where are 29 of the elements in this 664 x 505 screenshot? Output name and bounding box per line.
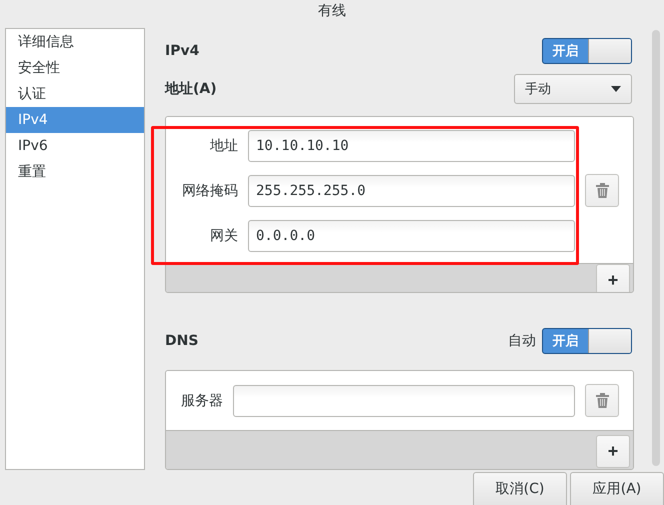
cancel-button[interactable]: 取消(C) (473, 472, 567, 505)
scrollbar[interactable] (652, 30, 660, 466)
auto-label: 自动 (508, 332, 536, 350)
field-label: 服务器 (180, 392, 224, 410)
apply-button[interactable]: 应用(A) (570, 472, 664, 505)
add-button[interactable]: + (596, 435, 630, 468)
delete-button[interactable] (585, 174, 619, 207)
field-label: 地址 (209, 137, 239, 155)
field-label: 网关 (209, 227, 239, 245)
sidebar-item[interactable]: 安全性 (6, 55, 144, 81)
field-heading: 地址(A) (165, 80, 217, 98)
input-field[interactable]: 10.10.10.10 (248, 130, 575, 162)
input-field[interactable]: 255.255.255.0 (248, 175, 575, 207)
sidebar-item[interactable]: IPv6 (6, 133, 144, 159)
sidebar-item[interactable]: 详细信息 (6, 29, 144, 55)
input-field[interactable]: 0.0.0.0 (248, 220, 575, 252)
caret-icon (611, 86, 621, 92)
delete-button[interactable] (585, 384, 619, 418)
field-label: 网络掩码 (181, 182, 239, 200)
trash-icon (596, 183, 608, 198)
section-heading: DNS (165, 333, 198, 350)
sidebar-item[interactable]: 认证 (6, 81, 144, 107)
window-title: 有线 (318, 2, 346, 20)
add-button[interactable]: + (596, 264, 630, 292)
input-field[interactable] (233, 385, 575, 418)
sidebar-item[interactable]: 重置 (6, 159, 144, 185)
method-dropdown[interactable]: 手动 (514, 74, 632, 104)
section-heading: IPv4 (165, 43, 200, 59)
trash-icon (596, 393, 608, 408)
